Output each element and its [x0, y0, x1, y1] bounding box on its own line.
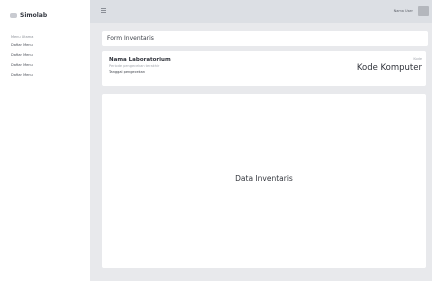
- topbar: Nama User: [90, 0, 432, 23]
- sidebar-item-daftar-menu[interactable]: Daftar Menu: [11, 73, 90, 77]
- page-title: Form Inventaris: [107, 35, 154, 42]
- main-content: Form Inventaris Nama Laboratorium Period…: [102, 31, 428, 268]
- code-label: Kode: [413, 57, 422, 61]
- menu-toggle-icon[interactable]: [101, 8, 106, 13]
- computer-code: Kode Komputer: [356, 63, 422, 73]
- user-name[interactable]: Nama User: [394, 9, 413, 13]
- lab-info-card: Nama Laboratorium Periode pengecekan ter…: [102, 51, 426, 86]
- check-date-label: Tanggal pengecekan: [109, 70, 145, 74]
- sidebar-item-daftar-menu[interactable]: Daftar Menu: [11, 53, 90, 57]
- brand-name: Simolab: [20, 11, 48, 19]
- lab-name: Nama Laboratorium: [109, 57, 171, 63]
- app-root: Simolab Menu Utama Daftar Menu Daftar Me…: [0, 0, 432, 281]
- logo-icon: [10, 12, 17, 18]
- inventory-data-title: Data Inventaris: [235, 174, 293, 183]
- avatar[interactable]: [418, 6, 429, 16]
- sidebar-item-menu-utama[interactable]: Menu Utama: [11, 35, 90, 39]
- sidebar-item-daftar-menu[interactable]: Daftar Menu: [11, 63, 90, 67]
- page-title-card: Form Inventaris: [102, 31, 428, 46]
- sidebar: Simolab Menu Utama Daftar Menu Daftar Me…: [0, 0, 90, 281]
- brand[interactable]: Simolab: [0, 0, 90, 22]
- sidebar-menu: Menu Utama Daftar Menu Daftar Menu Dafta…: [0, 22, 90, 77]
- lab-subtitle: Periode pengecekan terakhir: [109, 64, 160, 68]
- sidebar-item-daftar-menu[interactable]: Daftar Menu: [11, 43, 90, 47]
- inventory-data-card: Data Inventaris: [102, 94, 426, 268]
